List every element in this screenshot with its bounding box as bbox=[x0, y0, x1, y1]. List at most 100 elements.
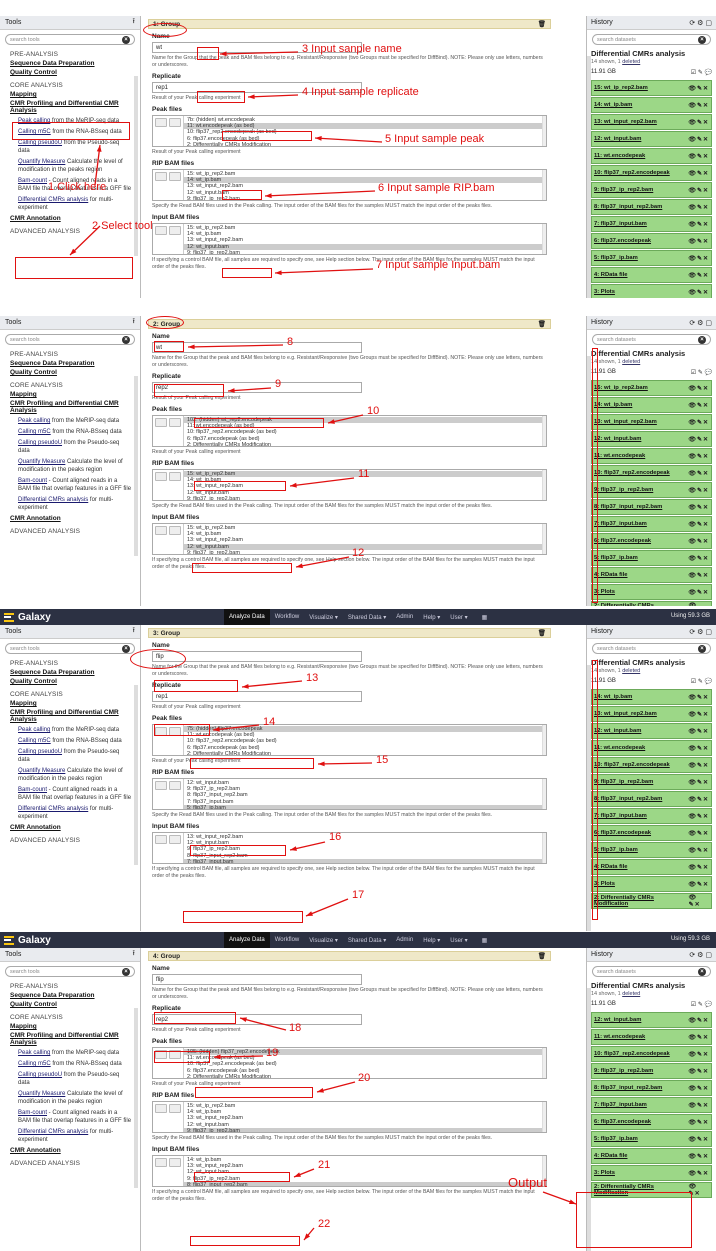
dataset-item[interactable]: 7: flip37_input.bam 👁✎✕ bbox=[591, 216, 712, 232]
tool-name[interactable]: Differential CMRs analysis bbox=[18, 806, 88, 812]
dataset-title[interactable]: 3: Plots bbox=[594, 1170, 615, 1176]
history-options-icon[interactable]: ⟳ ⚙ ▢ bbox=[689, 19, 712, 27]
tool-category-link[interactable]: Sequence Data Preparation bbox=[10, 360, 132, 367]
file-option[interactable]: 2: Differentially CMRs Modification bbox=[184, 142, 546, 146]
dataset-item[interactable]: 9: flip37_ip_rep2.bam 👁✎✕ bbox=[591, 182, 712, 198]
dataset-actions-icon[interactable]: 👁✎✕ bbox=[688, 255, 709, 262]
dataset-title[interactable]: 9: flip37_ip_rep2.bam bbox=[594, 487, 653, 493]
upload-icon[interactable]: ⭱ bbox=[133, 949, 135, 960]
dataset-title[interactable]: 6: flip37.encodepeak bbox=[594, 538, 651, 544]
dataset-title[interactable]: 8: flip37_input_rep2.bam bbox=[594, 1085, 662, 1091]
dataset-title[interactable]: 4: RData file bbox=[594, 864, 628, 870]
dataset-title[interactable]: 2: Differentially CMRs Modification bbox=[594, 895, 689, 907]
dataset-actions-icon[interactable]: 👁✎✕ bbox=[688, 728, 709, 735]
dataset-item[interactable]: 9: flip37_ip_rep2.bam 👁✎✕ bbox=[591, 482, 712, 498]
tool-item[interactable]: Calling m5C from the RNA-BSseq data bbox=[18, 428, 132, 436]
tool-name[interactable]: Bam-count bbox=[18, 478, 47, 484]
dataset-title[interactable]: 9: flip37_ip_rep2.bam bbox=[594, 1068, 653, 1074]
input-bam-select[interactable]: 15: wt_ip_rep2.bam 14: wt_ip.bam 13: wt_in… bbox=[152, 223, 547, 255]
upload-icon[interactable]: ⭱ bbox=[133, 626, 135, 637]
dataset-title[interactable]: 12: wt_input.bam bbox=[594, 728, 641, 734]
file-option[interactable]: 9: flip37_ip_rep2.bam bbox=[184, 1127, 546, 1132]
dataset-title[interactable]: 13: wt_input_rep2.bam bbox=[594, 119, 657, 125]
dataset-item[interactable]: 10: flip37_rep2.encodepeak 👁✎✕ bbox=[591, 165, 712, 181]
dataset-actions-icon[interactable]: 👁✎✕ bbox=[688, 779, 709, 786]
tool-search-input[interactable]: search tools × bbox=[5, 34, 135, 45]
dataset-actions-icon[interactable]: 👁✎✕ bbox=[688, 830, 709, 837]
dataset-item[interactable]: 4: RData file 👁✎✕ bbox=[591, 567, 712, 583]
dataset-actions-icon[interactable]: 👁✎✕ bbox=[688, 711, 709, 718]
dataset-title[interactable]: 4: RData file bbox=[594, 572, 628, 578]
clear-search-icon[interactable]: × bbox=[698, 35, 706, 44]
tool-item[interactable]: Bam-count - Count aligned reads in a BAM… bbox=[18, 786, 132, 802]
dataset-item[interactable]: 10: flip37_rep2.encodepeak 👁✎✕ bbox=[591, 1046, 712, 1062]
dataset-item[interactable]: 3: Plots 👁✎✕ bbox=[591, 284, 712, 298]
folder-icon[interactable] bbox=[169, 172, 181, 181]
dataset-title[interactable]: 5: flip37_ip.bam bbox=[594, 255, 638, 261]
dataset-actions-icon[interactable]: 👁✎✕ bbox=[688, 119, 709, 126]
nav-item[interactable]: Help ▾ bbox=[418, 609, 445, 625]
tool-item[interactable]: Calling pseudoU from the Pseudo-seq data bbox=[18, 139, 132, 155]
dataset-title[interactable]: 15: wt_ip_rep2.bam bbox=[594, 385, 648, 391]
folder-icon[interactable] bbox=[169, 1104, 181, 1113]
tool-name[interactable]: Differential CMRs analysis bbox=[18, 197, 88, 203]
dataset-item[interactable]: 5: flip37_ip.bam 👁✎✕ bbox=[591, 550, 712, 566]
dataset-actions-icon[interactable]: 👁✎✕ bbox=[688, 762, 709, 769]
dataset-item[interactable]: 2: Differentially CMRs Modification👁✎✕ bbox=[591, 893, 712, 909]
tool-name[interactable]: Calling m5C bbox=[18, 429, 51, 435]
tool-name[interactable]: Calling pseudoU bbox=[18, 440, 62, 446]
dataset-item[interactable]: 7: flip37_input.bam 👁✎✕ bbox=[591, 516, 712, 532]
dataset-item[interactable]: 8: flip37_input_rep2.bam 👁✎✕ bbox=[591, 499, 712, 515]
dataset-item[interactable]: 12: wt_input.bam 👁✎✕ bbox=[591, 1012, 712, 1028]
dataset-title[interactable]: 15: wt_ip_rep2.bam bbox=[594, 85, 648, 91]
folder-icon[interactable] bbox=[169, 472, 181, 481]
dataset-title[interactable]: 11: wt.encodepeak bbox=[594, 453, 645, 459]
clear-search-icon[interactable]: × bbox=[122, 335, 130, 344]
dataset-item[interactable]: 14: wt_ip.bam 👁✎✕ bbox=[591, 397, 712, 413]
select-scrollbar[interactable] bbox=[542, 170, 546, 200]
select-scrollbar[interactable] bbox=[542, 116, 546, 146]
tool-item[interactable]: Bam-count - Count aligned reads in a BAM… bbox=[18, 477, 132, 493]
history-options-icon[interactable]: ⟳ ⚙ ▢ bbox=[689, 628, 712, 636]
dataset-actions-icon[interactable]: 👁✎✕ bbox=[688, 813, 709, 820]
dataset-actions-icon[interactable]: 👁✎✕ bbox=[689, 894, 709, 908]
select-scrollbar[interactable] bbox=[542, 725, 546, 755]
dataset-item[interactable]: 8: flip37_input_rep2.bam 👁✎✕ bbox=[591, 199, 712, 215]
dataset-item[interactable]: 5: flip37_ip.bam 👁✎✕ bbox=[591, 250, 712, 266]
tool-item[interactable]: Peak calling from the MeRIP-seq data bbox=[18, 726, 132, 734]
dataset-title[interactable]: 6: flip37.encodepeak bbox=[594, 830, 651, 836]
tool-category-link[interactable]: Sequence Data Preparation bbox=[10, 992, 132, 999]
usage-meter[interactable]: Using 59.3 GB bbox=[671, 613, 710, 619]
nav-item[interactable]: Admin bbox=[391, 609, 418, 625]
dataset-actions-icon[interactable]: 👁✎✕ bbox=[688, 436, 709, 443]
grid-icon[interactable]: ▦ bbox=[477, 609, 493, 625]
dataset-title[interactable]: 4: RData file bbox=[594, 1153, 628, 1159]
dataset-title[interactable]: 5: flip37_ip.bam bbox=[594, 1136, 638, 1142]
clear-search-icon[interactable]: × bbox=[698, 967, 706, 976]
dataset-item[interactable]: 4: RData file 👁✎✕ bbox=[591, 859, 712, 875]
tool-name[interactable]: Calling pseudoU bbox=[18, 1072, 62, 1078]
tool-item[interactable]: Calling pseudoU from the Pseudo-seq data bbox=[18, 439, 132, 455]
tool-name[interactable]: Differential CMRs analysis bbox=[18, 497, 88, 503]
history-search-input[interactable]: search datasets × bbox=[592, 966, 711, 977]
dataset-item[interactable]: 4: RData file 👁✎✕ bbox=[591, 267, 712, 283]
dataset-title[interactable]: 9: flip37_ip_rep2.bam bbox=[594, 187, 653, 193]
dataset-actions-icon[interactable]: 👁✎✕ bbox=[688, 864, 709, 871]
folder-icon[interactable] bbox=[169, 226, 181, 235]
tool-panel-scrollbar[interactable] bbox=[134, 1008, 138, 1188]
dataset-item[interactable]: 11: wt.encodepeak 👁✎✕ bbox=[591, 148, 712, 164]
select-scrollbar[interactable] bbox=[542, 524, 546, 554]
clear-search-icon[interactable]: × bbox=[122, 967, 130, 976]
group-header[interactable]: 1: Group 🗑 bbox=[148, 19, 551, 29]
dataset-item[interactable]: 13: wt_input_rep2.bam 👁✎✕ bbox=[591, 114, 712, 130]
usage-meter[interactable]: Using 59.3 GB bbox=[671, 936, 710, 942]
tool-item[interactable]: Calling m5C from the RNA-BSseq data bbox=[18, 1060, 132, 1068]
dataset-actions-icon[interactable]: 👁✎✕ bbox=[688, 694, 709, 701]
tool-name[interactable]: Peak calling bbox=[18, 1050, 50, 1056]
group-header[interactable]: 4: Group 🗑 bbox=[148, 951, 551, 961]
multi-select-icon[interactable] bbox=[155, 526, 167, 535]
multi-select-icon[interactable] bbox=[155, 118, 167, 127]
tool-category-cmr[interactable]: CMR Profiling and Differential CMR Analy… bbox=[10, 1032, 132, 1046]
history-search-input[interactable]: search datasets × bbox=[592, 334, 711, 345]
dataset-title[interactable]: 11: wt.encodepeak bbox=[594, 153, 645, 159]
